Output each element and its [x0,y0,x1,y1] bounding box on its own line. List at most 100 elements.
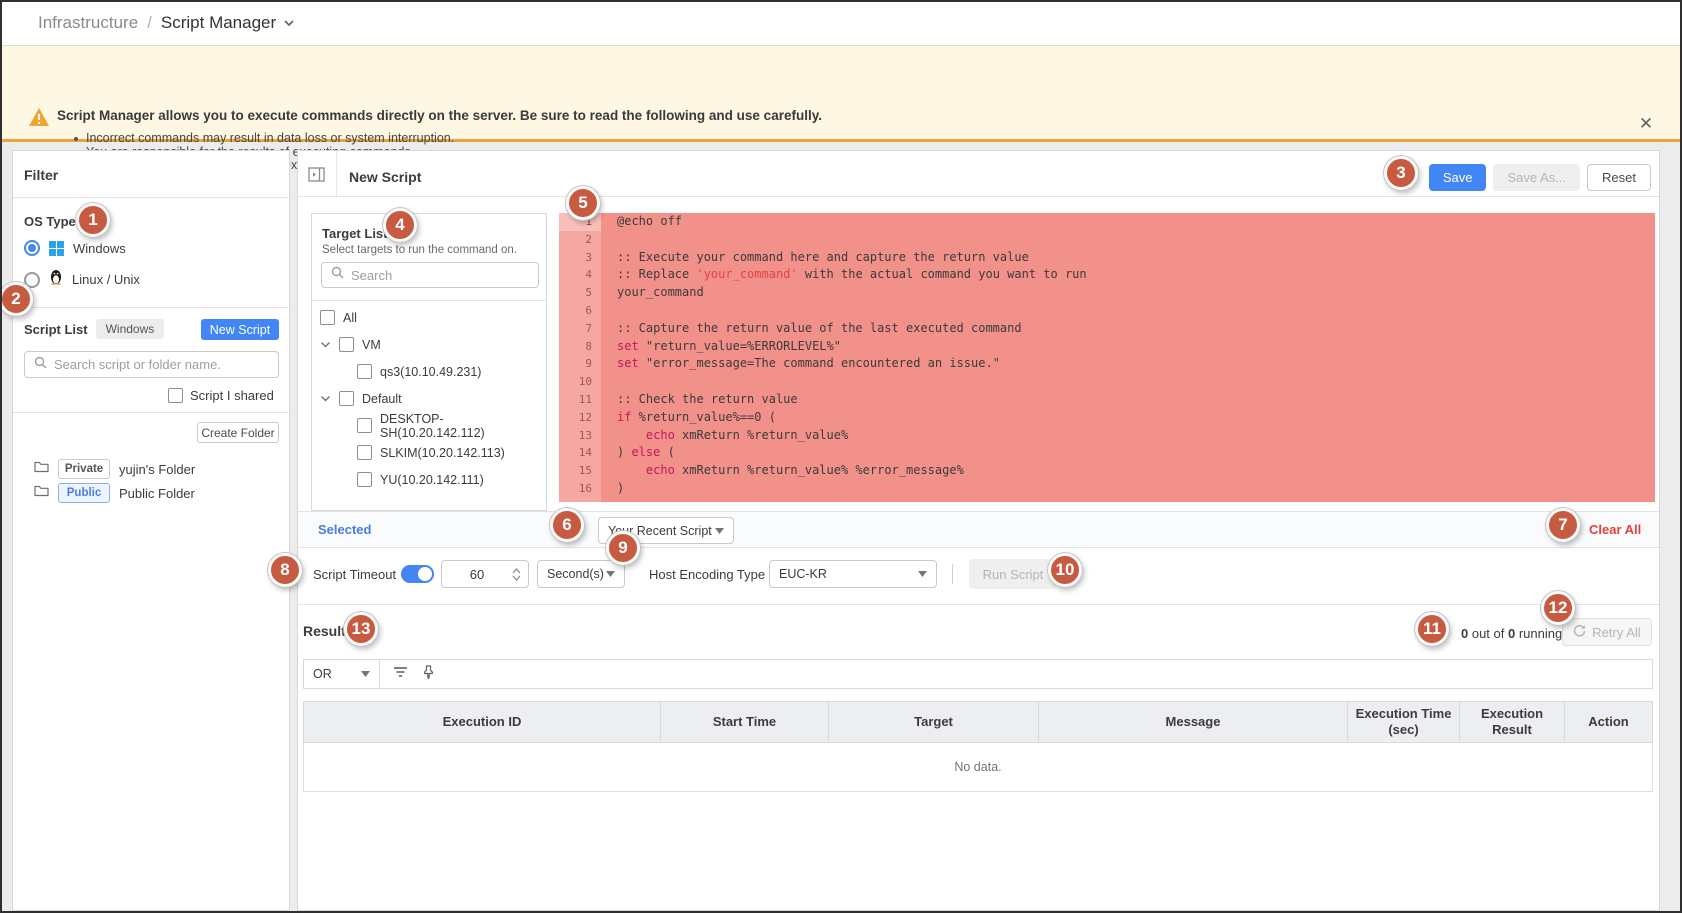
target-tree-item[interactable]: DESKTOP-SH(10.20.142.112) [312,412,546,439]
chevron-down-icon[interactable] [283,19,295,27]
folder-row-public[interactable]: Public Public Folder [34,483,195,503]
host-encoding-dropdown[interactable]: EUC-KR [769,560,937,588]
chevron-down-icon [361,671,370,677]
target-label: SLKIM(10.20.142.113) [380,446,505,460]
filter-panel: Filter OS Type Windows Linux / Unix Scri… [12,150,290,911]
target-label: Default [362,392,402,406]
code-line[interactable]: ) else ( [601,444,1655,462]
code-line[interactable]: @echo off [601,213,1655,231]
code-line[interactable] [601,373,1655,391]
target-tree-item[interactable]: YU(10.20.142.111) [312,466,546,493]
line-number: 7 [559,320,601,338]
run-script-button[interactable]: Run Script [969,559,1057,589]
script-i-shared-checkbox[interactable] [168,388,183,403]
script-code-editor[interactable]: 12345678910111213141516 @echo off:: Exec… [559,213,1655,502]
timeout-value[interactable]: 60 [442,567,512,582]
chevron-down-icon[interactable] [320,395,331,402]
code-line[interactable]: set "error_message=The command encounter… [601,355,1655,373]
target-search-input[interactable] [351,268,529,283]
warning-banner: Script Manager allows you to execute com… [0,46,1682,142]
target-label: DESKTOP-SH(10.20.142.112) [380,412,546,440]
code-line[interactable]: echo xmReturn %return_value% %error_mess… [601,462,1655,480]
column-header[interactable]: Execution ID [304,702,661,742]
code-line[interactable]: :: Replace 'your_command' with the actua… [601,266,1655,284]
checkbox[interactable] [357,364,372,379]
annotation-badge-2: 2 [0,282,33,316]
script-timeout-toggle[interactable] [401,565,434,583]
filter-operator-value: OR [313,667,332,681]
os-option-linux[interactable]: Linux / Unix [24,269,140,290]
code-line[interactable]: :: Execute your command here and capture… [601,249,1655,267]
windows-logo-icon [49,241,64,256]
code-line[interactable]: :: Check the return value [601,391,1655,409]
selected-targets-link[interactable]: Selected [318,522,371,537]
target-list-title: Target List [322,226,388,241]
folder-visibility-badge: Public [58,483,110,503]
line-number: 15 [559,462,601,480]
folder-visibility-badge: Private [58,459,110,479]
checkbox[interactable] [339,337,354,352]
breadcrumb-current[interactable]: Script Manager [161,13,276,33]
timeout-unit-dropdown[interactable]: Second(s) [537,560,625,588]
save-button[interactable]: Save [1429,164,1487,191]
target-tree-group-vm[interactable]: VM [312,331,546,358]
line-number: 5 [559,284,601,302]
checkbox[interactable] [357,418,372,433]
column-header[interactable]: Message [1039,702,1348,742]
save-as-button[interactable]: Save As... [1493,164,1580,191]
code-line[interactable] [601,302,1655,320]
code-line[interactable]: set "return_value=%ERRORLEVEL%" [601,338,1655,356]
code-line[interactable]: your_command [601,284,1655,302]
code-line[interactable]: :: Capture the return value of the last … [601,320,1655,338]
retry-all-button[interactable]: Retry All [1562,618,1652,646]
result-filter-bar: OR [303,659,1653,689]
folder-row-private[interactable]: Private yujin's Folder [34,459,195,479]
checkbox[interactable] [357,445,372,460]
code-line[interactable]: ) [601,480,1655,498]
os-option-windows[interactable]: Windows [24,240,126,256]
script-search-input[interactable] [54,357,269,372]
annotation-badge-13: 13 [344,612,378,646]
column-header[interactable]: Start Time [661,702,829,742]
line-number: 10 [559,373,601,391]
result-table-body: No data. [303,743,1653,792]
breadcrumb-section[interactable]: Infrastructure [38,13,138,33]
timeout-value-stepper[interactable]: 60 [441,560,529,588]
column-header[interactable]: Action [1565,702,1652,742]
column-header[interactable]: Execution Time (sec) [1348,702,1460,742]
target-tree-item[interactable]: qs3(10.10.49.231) [312,358,546,385]
new-script-button[interactable]: New Script [201,319,279,340]
script-search-box[interactable] [24,351,279,378]
collapse-panel-icon[interactable] [308,167,325,187]
reset-button[interactable]: Reset [1587,164,1651,191]
code-line[interactable]: echo xmReturn %return_value% [601,427,1655,445]
folder-name: Public Folder [119,486,195,501]
checkbox[interactable] [320,310,335,325]
checkbox[interactable] [339,391,354,406]
target-tree-group-default[interactable]: Default [312,385,546,412]
radio-selected-icon[interactable] [24,240,40,256]
target-tree: All VM qs3(10.10.49.231) Default DESKTOP… [312,304,546,493]
running-status: 0 out of 0 running [1461,626,1562,641]
target-tree-item[interactable]: SLKIM(10.20.142.113) [312,439,546,466]
target-search-box[interactable] [321,262,539,288]
search-icon [331,266,344,284]
filter-list-icon[interactable] [393,665,408,683]
filter-operator-dropdown[interactable]: OR [304,660,380,688]
close-icon[interactable]: ✕ [1634,112,1658,136]
stepper-arrows-icon[interactable] [512,568,528,581]
column-header[interactable]: Execution Result [1460,702,1565,742]
code-line[interactable] [601,231,1655,249]
chevron-down-icon[interactable] [320,341,331,348]
column-header[interactable]: Target [829,702,1039,742]
target-tree-item-all[interactable]: All [312,304,546,331]
code-line[interactable]: if %return_value%==0 ( [601,409,1655,427]
code-lines: @echo off:: Execute your command here an… [601,213,1655,498]
create-folder-button[interactable]: Create Folder [197,422,279,443]
timeout-unit-value: Second(s) [547,567,604,581]
annotation-badge-11: 11 [1415,612,1449,646]
clear-all-link[interactable]: Clear All [1589,522,1641,537]
pin-icon[interactable] [422,665,435,684]
checkbox[interactable] [357,472,372,487]
refresh-icon [1573,624,1586,640]
